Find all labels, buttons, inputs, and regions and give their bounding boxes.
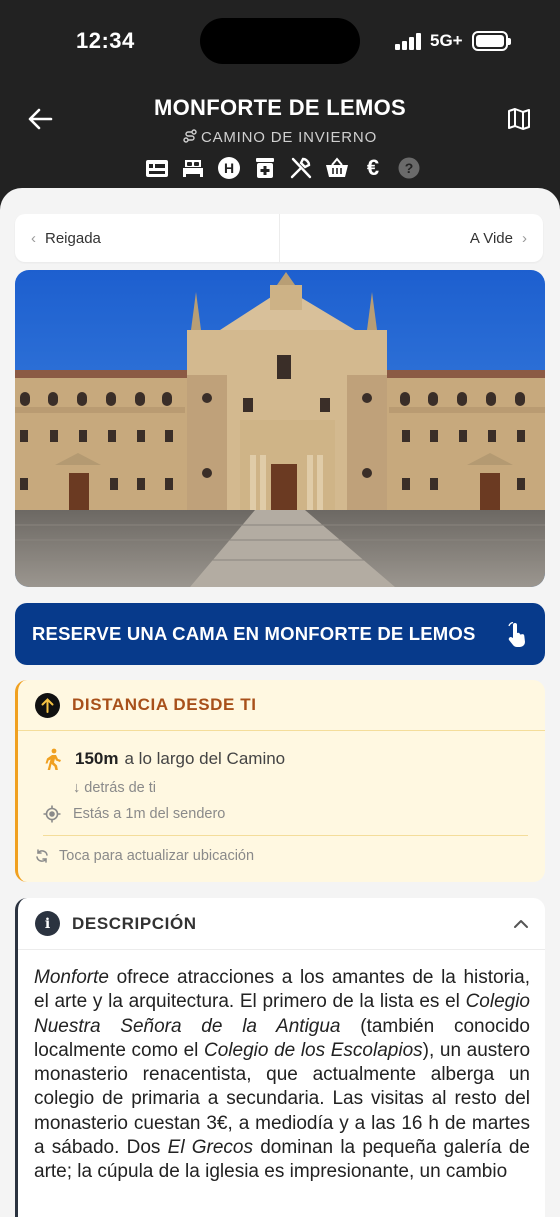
battery-icon: [472, 31, 511, 51]
distance-divider: [43, 835, 528, 836]
distance-value: 150m: [75, 749, 119, 768]
refresh-location-button[interactable]: Toca para actualizar ubicación: [35, 848, 254, 864]
description-card: i DESCRIPCIÓN Monforte ofrece atraccione…: [15, 898, 545, 1217]
amenity-icons: H € ?: [145, 155, 421, 180]
content-sheet: ‹ Reigada A Vide › RESERVE UNA CAMA EN M…: [0, 188, 560, 1217]
description-run: ofrece atracciones a los amantes de la h…: [34, 967, 530, 1013]
shop-icon[interactable]: [325, 156, 349, 180]
description-title: DESCRIPCIÓN: [72, 913, 197, 933]
stage-navigation: ‹ Reigada A Vide ›: [15, 214, 543, 262]
off-trail-row: Estás a 1m del sendero: [43, 805, 225, 823]
help-symbol: ?: [405, 160, 414, 176]
walking-icon: [45, 748, 61, 770]
refresh-icon: [36, 849, 48, 863]
chevron-left-icon: ‹: [31, 229, 36, 247]
atm-symbol: €: [366, 155, 380, 180]
page-title: MONFORTE DE LEMOS: [154, 95, 406, 120]
tap-hand-icon: [508, 622, 525, 647]
app-header: MONFORTE DE LEMOS CAMINO DE INVIERNO H €: [0, 84, 560, 194]
status-time: 12:34: [76, 28, 135, 53]
distance-card: DISTANCIA DESDE TI 150m a lo largo del C…: [15, 680, 545, 882]
off-trail-label: Estás a 1m del sendero: [73, 806, 226, 822]
atm-icon[interactable]: €: [361, 155, 385, 180]
dynamic-island: [200, 18, 360, 64]
description-text: Monforte ofrece atracciones a los amante…: [34, 966, 530, 1185]
prev-stop-label: Reigada: [45, 229, 101, 247]
reserve-bed-button[interactable]: RESERVE UNA CAMA EN MONFORTE DE LEMOS: [15, 603, 545, 665]
help-icon[interactable]: ?: [397, 156, 421, 180]
next-stop-label: A Vide: [469, 229, 513, 247]
town-photo[interactable]: [15, 270, 545, 587]
albergue-icon[interactable]: [145, 156, 169, 180]
description-run: Colegio de los Escolapios: [204, 1039, 423, 1061]
prev-stop-button[interactable]: ‹ Reigada: [15, 214, 279, 262]
pharmacy-icon[interactable]: [253, 156, 277, 180]
chevron-right-icon: ›: [522, 229, 527, 247]
bed-icon[interactable]: [181, 156, 205, 180]
battery-fill: [476, 35, 504, 47]
refresh-label: Toca para actualizar ubicación: [59, 848, 255, 864]
route-icon: [183, 129, 197, 143]
description-run: Monforte: [34, 967, 109, 988]
network-type: 5G+: [430, 31, 463, 50]
info-icon: i: [35, 911, 60, 936]
signal-icon: [395, 32, 425, 50]
reserve-bed-label: RESERVE UNA CAMA EN MONFORTE DE LEMOS: [32, 623, 476, 644]
status-bar: 12:34 5G+: [0, 0, 560, 84]
description-header[interactable]: i DESCRIPCIÓN: [18, 898, 545, 950]
route-subtitle: CAMINO DE INVIERNO: [0, 129, 560, 146]
distance-along-route: 150m a lo largo del Camino: [43, 748, 285, 770]
distance-header: DISTANCIA DESDE TI: [18, 680, 545, 731]
hotel-symbol: H: [224, 160, 234, 176]
arrow-up-icon: [35, 692, 60, 718]
distance-title: DISTANCIA DESDE TI: [72, 695, 257, 714]
map-icon[interactable]: [506, 106, 532, 132]
hotel-icon[interactable]: H: [217, 156, 241, 180]
distance-text: a lo largo del Camino: [124, 749, 286, 768]
route-name: CAMINO DE INVIERNO: [200, 129, 378, 146]
chevron-up-icon[interactable]: [513, 916, 529, 932]
description-run: El Grecos: [167, 1137, 253, 1159]
next-stop-button[interactable]: A Vide ›: [278, 214, 544, 262]
monastery-illustration: [15, 270, 545, 587]
restaurant-icon[interactable]: [289, 156, 313, 180]
direction-label: ↓ detrás de ti: [73, 780, 157, 796]
location-target-icon: [43, 805, 61, 823]
